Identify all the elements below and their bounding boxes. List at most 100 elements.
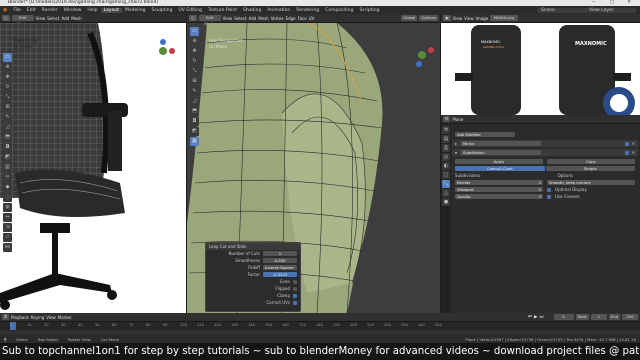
smooth-tool-icon[interactable]: ◍ [3,203,12,212]
center-loopcut-tool-icon[interactable]: ▥ [190,137,199,146]
workspace-tab-scripting[interactable]: Scripting [356,8,382,13]
shear-tool-icon[interactable]: ▱ [3,233,12,242]
play-icon[interactable]: ▶ [534,315,537,320]
view-layer-selector[interactable]: View Layer [586,7,636,13]
op-smoothness-field[interactable]: 0.000 [263,258,297,263]
inset-tool-icon[interactable]: ◘ [3,143,12,152]
center-viewport[interactable]: ◫ Edit Mode View Select Add Mesh Vertex … [187,14,440,313]
operator-panel-header[interactable]: Loop Cut and Slide [206,243,300,250]
rotate-tool-icon[interactable]: ↻ [3,83,12,92]
extrude-tool-icon[interactable]: ⬒ [3,133,12,142]
timeline-menu-playback[interactable]: Playback [11,315,29,320]
center-mode-selector[interactable]: Edit Mode [198,15,221,26]
jump-end-icon[interactable]: ⏭ [539,314,543,320]
center-measure-tool-icon[interactable]: ◿ [190,97,199,106]
workspace-tab-animation[interactable]: Animation [264,8,293,13]
image-editor-type-icon[interactable]: ▣ [443,15,451,21]
timeline-menu-marker[interactable]: Marker [58,315,72,320]
data-tab-icon[interactable]: △ [442,189,450,197]
bevel-tool-icon[interactable]: ◩ [3,153,12,162]
image-editor[interactable]: ▣ View View Image MAXNI.png MAXNOMIC GAM… [441,14,640,115]
left-nav-gizmo-icon[interactable] [150,38,176,64]
scene-tab-icon[interactable]: ◎ [442,153,450,161]
spin-tool-icon[interactable]: ◌ [3,193,12,202]
quality-field[interactable]: Quality 3 [455,194,543,199]
rip-tool-icon[interactable]: ⋈ [3,243,12,252]
copy-button[interactable]: Copy [547,159,635,164]
viewport-level-field[interactable]: Viewport 2 [455,187,543,192]
center-cursor-tool-icon[interactable]: ⊕ [190,37,199,46]
op-falloff-dropdown[interactable]: Inverse Square [263,265,297,270]
world-tab-icon[interactable]: ◐ [442,162,450,170]
center-menu-vertex[interactable]: Vertex [271,16,284,21]
center-menu-view[interactable]: View [223,16,233,21]
workspace-tab-layout[interactable]: Layout [100,7,122,13]
image-menu-view[interactable]: View [453,16,463,21]
mirror-expand-icon[interactable]: ▸ [455,141,457,146]
workspace-tab-shading[interactable]: Shading [240,8,264,13]
center-select-tool-icon[interactable]: ▭ [190,27,199,36]
shrink-tool-icon[interactable]: ⇲ [3,223,12,232]
menu-file[interactable]: File [10,8,24,13]
workspace-tab-sculpting[interactable]: Sculpting [148,8,175,13]
workspace-tab-texture-paint[interactable]: Texture Paint [205,8,240,13]
render-tab-icon[interactable]: ▤ [442,135,450,143]
image-menu-view2[interactable]: View [464,16,474,21]
center-bevel-tool-icon[interactable]: ◩ [190,127,199,136]
scale-tool-icon[interactable]: ⤡ [3,93,12,102]
center-menu-edge[interactable]: Edge [286,16,296,21]
simple-button[interactable]: Simple [545,166,635,171]
center-editor-type-icon[interactable]: ◫ [189,15,197,21]
annotate-tool-icon[interactable]: ✎ [3,113,12,122]
op-correct-uvs-checkbox[interactable] [293,300,297,305]
editor-type-icon[interactable]: ◫ [2,15,10,21]
mirror-close-icon[interactable]: ✕ [632,141,635,146]
workspace-tab-rendering[interactable]: Rendering [293,8,322,13]
left-menu-mesh[interactable]: Mesh [71,16,82,21]
properties-editor-type-icon[interactable]: ☰ [443,116,451,122]
modifier-tab-icon[interactable]: 🔧 [442,180,450,188]
center-rotate-tool-icon[interactable]: ↻ [190,57,199,66]
transform-tool-icon[interactable]: ⊞ [3,103,12,112]
center-orientation-selector[interactable]: Global [401,15,418,21]
menu-help[interactable]: Help [84,8,100,13]
op-flipped-checkbox[interactable] [293,286,297,291]
material-tab-icon[interactable]: ● [442,198,450,206]
mirror-name-field[interactable]: Mirror [461,141,542,146]
smooth-uvs-dropdown[interactable]: Smooth, keep corners [547,180,635,185]
op-even-checkbox[interactable] [293,279,297,284]
render-level-field[interactable]: Render 2 [455,180,543,185]
menu-render[interactable]: Render [39,8,61,13]
image-name-field[interactable]: MAXNI.png [490,15,519,21]
knife-tool-icon[interactable]: ✂ [3,173,12,182]
left-mode-selector[interactable]: Edit Mode [11,15,34,26]
start-frame-field[interactable]: 1 [590,314,607,320]
measure-tool-icon[interactable]: ◿ [3,123,12,132]
timeline-menu-view[interactable]: View [46,315,56,320]
edge-slide-tool-icon[interactable]: ⇔ [3,213,12,222]
op-clamp-checkbox[interactable] [293,293,297,298]
menu-window[interactable]: Window [61,8,85,13]
select-box-tool-icon[interactable]: ▭ [3,53,12,62]
left-menu-view[interactable]: View [36,16,46,21]
left-menu-add[interactable]: Add [61,16,69,21]
timeline-editor-icon[interactable]: ⏱ [2,314,9,320]
center-extrude-tool-icon[interactable]: ⬒ [190,107,199,116]
scene-selector[interactable]: Scene [538,7,586,13]
center-move-tool-icon[interactable]: ✥ [190,47,199,56]
center-annotate-tool-icon[interactable]: ✎ [190,87,199,96]
timeline-menu-keying[interactable]: Keying [31,315,44,320]
mirror-visibility-icon[interactable] [624,141,629,146]
cursor-tool-icon[interactable]: ⊕ [3,63,12,72]
image-menu-image[interactable]: Image [476,16,489,21]
add-modifier-dropdown[interactable]: Add Modifier [455,132,515,137]
subsurf-expand-icon[interactable]: ▾ [455,150,457,155]
apply-button[interactable]: Apply [455,159,543,164]
output-tab-icon[interactable]: ⎙ [442,144,450,152]
jump-start-icon[interactable]: ⏮ [528,314,532,320]
current-frame-field[interactable]: 1 [553,314,574,320]
subsurf-name-field[interactable]: Subdivision [461,150,542,155]
center-menu-mesh[interactable]: Mesh [258,16,269,21]
subsurf-visibility-icon[interactable] [624,150,629,155]
op-cuts-field[interactable]: 1 [263,251,297,256]
